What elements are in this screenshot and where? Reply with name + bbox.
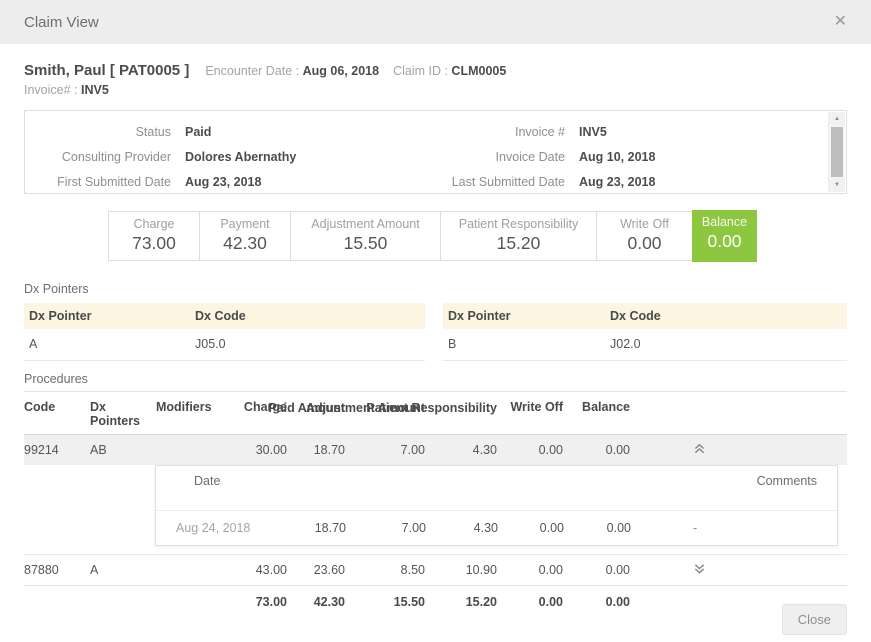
procedure-modifiers: [156, 555, 232, 586]
payment-date: Aug 24, 2018: [156, 511, 251, 546]
col-header-dx-pointers: Dx Pointers: [90, 392, 156, 435]
invoice-number: Invoice# : INV5: [24, 83, 847, 97]
claim-id: Claim ID : CLM0005: [393, 64, 506, 78]
dx-pointer-row: B J02.0: [443, 329, 847, 361]
procedure-balance: 0.00: [563, 435, 630, 466]
payment-details-header-row: Date Comments: [156, 466, 837, 511]
summary-box-patient-responsibility: Patient Responsibility 15.20: [440, 211, 597, 261]
claim-summary-row: Charge 73.00 Payment 42.30 Adjustment Am…: [108, 211, 847, 262]
procedure-charge: 30.00: [232, 435, 287, 466]
col-header-code: Code: [24, 392, 90, 435]
payment-write-off: 0.00: [498, 511, 564, 546]
dx-pointer-row: A J05.0: [24, 329, 425, 361]
procedure-write-off: 0.00: [497, 435, 563, 466]
procedure-paid-amount: 23.60: [287, 555, 345, 586]
dx-pointer-value: A: [24, 329, 190, 361]
detail-row-status: Status Paid: [25, 120, 427, 145]
procedure-code: 99214: [24, 435, 90, 466]
dx-pointers-tables: Dx Pointer Dx Code A J05.0 Dx Pointer Dx…: [24, 303, 847, 361]
procedure-row-99214: 99214 AB 30.00 18.70 7.00 4.30 0.00 0.00: [24, 435, 847, 466]
payment-detail-row: Aug 24, 2018 18.70 7.00 4.30 0.00 0.00 -: [156, 511, 837, 546]
dx-pointers-section-label: Dx Pointers: [24, 282, 847, 296]
detail-col-comments: Comments: [631, 466, 837, 511]
dx-code-value: J05.0: [190, 329, 425, 361]
col-header-write-off: Write Off: [497, 392, 563, 435]
collapse-icon[interactable]: [693, 442, 706, 455]
dx-code-header: Dx Code: [190, 303, 425, 329]
details-scrollbar[interactable]: ▲ ▼: [828, 112, 845, 192]
col-header-modifiers: Modifiers: [156, 392, 232, 435]
procedure-adjustment-amount: 7.00: [345, 435, 425, 466]
dx-pointers-table-left: Dx Pointer Dx Code A J05.0: [24, 303, 425, 361]
expand-icon[interactable]: [693, 562, 706, 575]
summary-box-balance: Balance 0.00: [692, 210, 757, 262]
payment-details-table: Date Comments Aug 24, 201: [156, 466, 837, 545]
payment-details-row: Date Comments Aug 24, 201: [24, 465, 847, 555]
procedure-code: 87880: [24, 555, 90, 586]
payment-balance: 0.00: [564, 511, 631, 546]
summary-box-adjustment: Adjustment Amount 15.50: [290, 211, 441, 261]
procedure-modifiers: [156, 435, 232, 466]
scrollbar-thumb[interactable]: [831, 127, 843, 177]
total-balance: 0.00: [563, 586, 630, 619]
procedure-paid-amount: 18.70: [287, 435, 345, 466]
summary-box-charge: Charge 73.00: [108, 211, 200, 261]
payment-patient-responsibility: 4.30: [426, 511, 498, 546]
scroll-up-icon[interactable]: ▲: [829, 112, 845, 126]
modal-title: Claim View: [24, 14, 99, 31]
payment-comments: -: [631, 511, 837, 546]
total-write-off: 0.00: [497, 586, 563, 619]
detail-row-last-submitted: Last Submitted Date Aug 23, 2018: [427, 170, 829, 195]
patient-name: Smith, Paul [ PAT0005 ]: [24, 62, 189, 79]
procedure-patient-responsibility: 4.30: [425, 435, 497, 466]
total-charge: 73.00: [232, 586, 287, 619]
scroll-down-icon[interactable]: ▼: [829, 178, 845, 192]
detail-row-invoice-number: Invoice # INV5: [427, 120, 829, 145]
procedure-patient-responsibility: 10.90: [425, 555, 497, 586]
dx-pointer-header: Dx Pointer: [24, 303, 190, 329]
procedure-dx-pointers: A: [90, 555, 156, 586]
procedure-adjustment-amount: 8.50: [345, 555, 425, 586]
detail-row-first-submitted: First Submitted Date Aug 23, 2018: [25, 170, 427, 195]
payment-adjustment-amount: 7.00: [346, 511, 426, 546]
total-adjustment-amount: 15.50: [345, 586, 425, 619]
dx-pointer-header: Dx Pointer: [443, 303, 605, 329]
detail-row-consulting-provider: Consulting Provider Dolores Abernathy: [25, 145, 427, 170]
close-icon[interactable]: ✕: [834, 14, 847, 30]
summary-box-payment: Payment 42.30: [199, 211, 291, 261]
close-button[interactable]: Close: [782, 604, 847, 635]
col-header-patient-responsibility: Patient Responsibility: [425, 392, 497, 435]
procedures-table: Code Dx Pointers Modifiers Charge Paid A…: [24, 391, 847, 618]
procedure-row-87880: 87880 A 43.00 23.60 8.50 10.90 0.00 0.00: [24, 555, 847, 586]
procedure-charge: 43.00: [232, 555, 287, 586]
procedures-header-row: Code Dx Pointers Modifiers Charge Paid A…: [24, 392, 847, 435]
procedure-write-off: 0.00: [497, 555, 563, 586]
dx-code-header: Dx Code: [605, 303, 847, 329]
modal-titlebar: Claim View ✕: [0, 0, 871, 44]
payment-details-panel: Date Comments Aug 24, 201: [155, 465, 838, 546]
detail-row-invoice-date: Invoice Date Aug 10, 2018: [427, 145, 829, 170]
payment-paid-amount: 18.70: [251, 511, 346, 546]
summary-box-write-off: Write Off 0.00: [596, 211, 693, 261]
procedures-totals-row: 73.00 42.30 15.50 15.20 0.00 0.00: [24, 586, 847, 619]
claim-view-modal: Claim View ✕ Smith, Paul [ PAT0005 ] Enc…: [0, 0, 871, 642]
col-header-balance: Balance: [563, 392, 630, 435]
claim-details-panel: Status Paid Consulting Provider Dolores …: [24, 110, 847, 194]
dx-pointers-table-right: Dx Pointer Dx Code B J02.0: [443, 303, 847, 361]
detail-col-date: Date: [156, 466, 251, 511]
encounter-date: Encounter Date : Aug 06, 2018: [205, 64, 379, 78]
patient-header: Smith, Paul [ PAT0005 ] Encounter Date :…: [24, 62, 847, 97]
total-patient-responsibility: 15.20: [425, 586, 497, 619]
procedures-section-label: Procedures: [24, 372, 847, 386]
dx-code-value: J02.0: [605, 329, 847, 361]
total-paid-amount: 42.30: [287, 586, 345, 619]
dx-pointer-value: B: [443, 329, 605, 361]
procedure-balance: 0.00: [563, 555, 630, 586]
procedure-dx-pointers: AB: [90, 435, 156, 466]
